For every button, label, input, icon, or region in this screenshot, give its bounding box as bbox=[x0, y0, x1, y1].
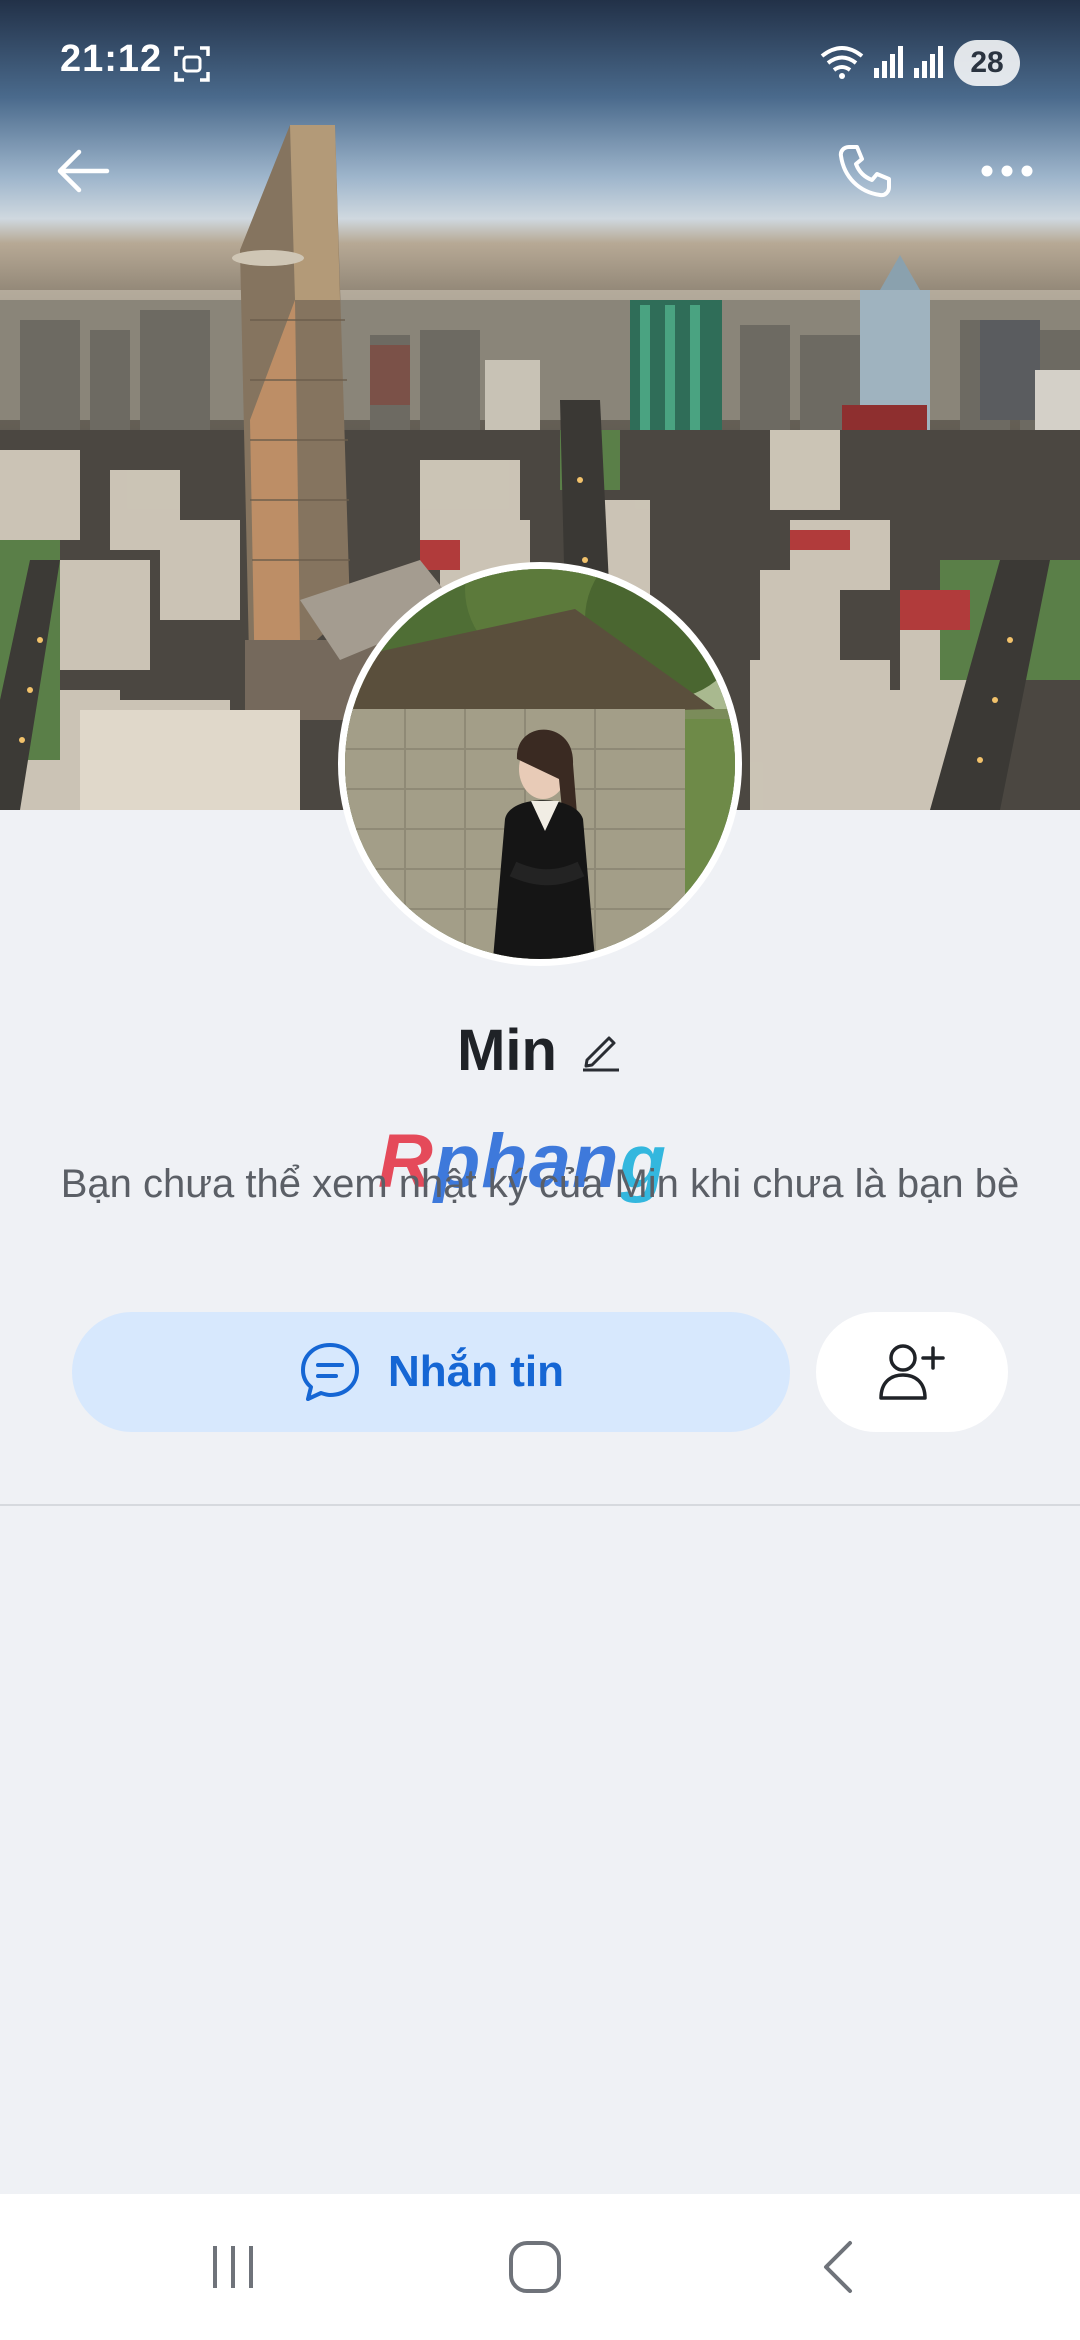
edit-name-button[interactable] bbox=[579, 1024, 623, 1077]
privacy-note: Bạn chưa thể xem nhật ký của Min khi chư… bbox=[60, 1162, 1020, 1206]
avatar-frame[interactable] bbox=[338, 562, 742, 966]
profile-name: Min bbox=[457, 1017, 557, 1083]
avatar[interactable] bbox=[345, 569, 735, 959]
screen-record-icon bbox=[172, 44, 212, 89]
system-back-button[interactable] bbox=[788, 2222, 888, 2312]
add-friend-button[interactable] bbox=[816, 1312, 1008, 1432]
phone-icon bbox=[838, 145, 891, 198]
message-button[interactable]: Nhắn tin bbox=[72, 1312, 790, 1432]
more-options-button[interactable] bbox=[962, 126, 1052, 216]
pencil-icon bbox=[582, 1036, 619, 1071]
status-time: 21:12 bbox=[60, 38, 163, 80]
section-divider bbox=[0, 1504, 1080, 1506]
signal-icon bbox=[912, 44, 944, 85]
recents-icon bbox=[213, 2246, 253, 2288]
status-bar: 21:12 28 bbox=[0, 0, 1080, 120]
home-button[interactable] bbox=[485, 2222, 585, 2312]
signal-icon bbox=[872, 44, 904, 85]
back-button[interactable] bbox=[38, 126, 128, 216]
message-button-label: Nhắn tin bbox=[388, 1347, 564, 1396]
user-plus-icon bbox=[879, 1344, 945, 1400]
system-nav-bar bbox=[0, 2194, 1080, 2340]
battery-indicator: 28 bbox=[954, 40, 1020, 86]
recents-button[interactable] bbox=[183, 2222, 283, 2312]
arrow-left-icon bbox=[57, 149, 110, 193]
chat-bubble-icon bbox=[301, 1343, 359, 1401]
back-icon bbox=[824, 2241, 852, 2293]
call-button[interactable] bbox=[820, 126, 910, 216]
wifi-icon bbox=[818, 44, 866, 85]
more-horizontal-icon bbox=[981, 165, 1033, 177]
avatar-photo bbox=[345, 569, 735, 959]
home-icon bbox=[509, 2241, 561, 2293]
profile-name-row: Min bbox=[0, 1010, 1080, 1090]
